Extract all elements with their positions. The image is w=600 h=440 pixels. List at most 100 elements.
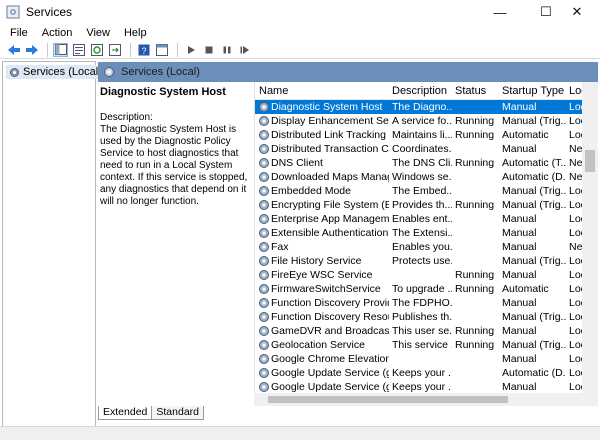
table-row[interactable]: Google Chrome Elevation S...ManualLoc: [255, 352, 598, 366]
gear-icon: [259, 200, 269, 210]
table-header: Name ^ Description Status Startup Type L…: [255, 82, 598, 100]
cell-description: Protects use...: [392, 255, 452, 267]
restart-icon[interactable]: [237, 43, 252, 57]
gear-icon: [259, 284, 269, 294]
table-row[interactable]: Function Discovery Resourc...Publishes t…: [255, 310, 598, 324]
menu-action[interactable]: Action: [42, 27, 73, 39]
table-row[interactable]: FireEye WSC Service Running Manual Loc: [255, 268, 598, 282]
column-header-startup-type[interactable]: Startup Type: [502, 85, 564, 97]
cell-startup-type: Manual (Trig...: [502, 199, 566, 211]
table-row[interactable]: Function Discovery Provide...The FDPHO..…: [255, 296, 598, 310]
cell-name: Function Discovery Resourc...: [271, 311, 389, 323]
start-icon[interactable]: [183, 43, 198, 57]
vertical-scrollbar[interactable]: [582, 82, 598, 393]
cell-description: To upgrade ...: [392, 283, 452, 295]
cell-startup-type: Manual: [502, 381, 537, 393]
cell-startup-type: Automatic: [502, 129, 549, 141]
horizontal-scrollbar[interactable]: [254, 393, 582, 406]
table-row[interactable]: Geolocation Service This service ...Runni…: [255, 338, 598, 352]
gear-icon: [259, 326, 269, 336]
cell-description: The Extensi...: [392, 227, 452, 239]
tab-extended[interactable]: Extended: [98, 406, 153, 420]
pause-icon[interactable]: [219, 43, 234, 57]
column-header-name[interactable]: Name: [259, 85, 288, 97]
table-row[interactable]: Google Update Service (gup...Keeps your …: [255, 366, 598, 380]
cell-startup-type: Manual (Trig...: [502, 185, 566, 197]
table-row[interactable]: FirmwareSwitchService To upgrade ... Runni…: [255, 282, 598, 296]
horizontal-scroll-thumb[interactable]: [268, 396, 508, 403]
scrollbar-corner: [582, 393, 598, 406]
menu-file[interactable]: File: [10, 27, 28, 39]
gear-icon: [259, 256, 269, 266]
cell-startup-type: Manual: [502, 101, 537, 113]
refresh-icon[interactable]: [89, 43, 104, 57]
table-row[interactable]: Google Update Service (gup...Keeps your …: [255, 380, 598, 393]
cell-name: Encrypting File System (EFS): [271, 199, 389, 211]
cell-status: Running: [455, 199, 495, 211]
table-row[interactable]: Encrypting File System (EFS)Provides th.…: [255, 198, 598, 212]
gear-icon: [259, 116, 269, 126]
export-list-icon[interactable]: [107, 43, 122, 57]
table-row[interactable]: File History Service Protects use... Manua…: [255, 254, 598, 268]
table-row[interactable]: Display Enhancement ServiceA service fo.…: [255, 114, 598, 128]
console-icon[interactable]: [154, 43, 169, 57]
cell-description: The Embed...: [392, 185, 452, 197]
description-label: Description:: [100, 112, 153, 123]
window-title: Services: [26, 5, 73, 19]
table-row[interactable]: Extensible Authentication P...The Extens…: [255, 226, 598, 240]
cell-name: FirmwareSwitchService: [271, 283, 381, 295]
cell-description: Publishes th...: [392, 311, 452, 323]
gear-icon: [259, 214, 269, 224]
cell-startup-type: Manual: [502, 269, 537, 281]
title-bar: Services — ☐ ✕: [0, 0, 600, 24]
status-bar: [0, 426, 600, 440]
gear-icon: [259, 158, 269, 168]
properties-icon[interactable]: [71, 43, 86, 57]
tab-standard[interactable]: Standard: [151, 406, 204, 420]
gear-icon: [259, 228, 269, 238]
table-row[interactable]: Downloaded Maps ManagerWindows se... Auto…: [255, 170, 598, 184]
cell-description: Enables ent...: [392, 213, 452, 225]
cell-startup-type: Manual: [502, 353, 537, 365]
cell-description: Coordinates...: [392, 143, 452, 155]
table-row[interactable]: GameDVR and Broadcast Us...This user se.…: [255, 324, 598, 338]
cell-status: Running: [455, 157, 495, 169]
menu-help[interactable]: Help: [124, 27, 147, 39]
gear-icon: [259, 382, 269, 392]
forward-arrow-icon[interactable]: [24, 43, 39, 57]
cell-name: Enterprise App Managemen...: [271, 213, 389, 225]
cell-description: Provides th...: [392, 199, 452, 211]
column-header-description[interactable]: Description: [392, 85, 447, 97]
table-row[interactable]: DNS Client The DNS Cli...Running Automatic…: [255, 156, 598, 170]
cell-startup-type: Manual: [502, 325, 537, 337]
table-row[interactable]: Enterprise App Managemen...Enables ent..…: [255, 212, 598, 226]
tree-item-services-local[interactable]: Services (Local): [6, 65, 105, 79]
table-row[interactable]: Diagnostic System Host The Diagno... Manua…: [255, 100, 598, 114]
sort-ascending-icon: ^: [319, 82, 323, 86]
cell-name: Google Update Service (gup...: [271, 367, 389, 379]
cell-startup-type: Manual (Trig...: [502, 339, 566, 351]
cell-description: Keeps your ...: [392, 381, 452, 393]
table-row[interactable]: Fax Enables you... Manual Net: [255, 240, 598, 254]
back-arrow-icon[interactable]: [6, 43, 21, 57]
cell-startup-type: Automatic (D...: [502, 171, 566, 183]
cell-description: Keeps your ...: [392, 367, 452, 379]
cell-startup-type: Manual: [502, 297, 537, 309]
table-row[interactable]: Distributed Link Tracking Cl...Maintains…: [255, 128, 598, 142]
close-button[interactable]: ✕: [554, 0, 600, 24]
vertical-scroll-thumb[interactable]: [585, 150, 595, 172]
stop-icon[interactable]: [201, 43, 216, 57]
show-hide-tree-icon[interactable]: [53, 42, 68, 57]
minimize-button[interactable]: —: [477, 0, 523, 24]
cell-startup-type: Manual (Trig...: [502, 115, 566, 127]
column-header-status[interactable]: Status: [455, 85, 486, 97]
table-row[interactable]: Embedded Mode The Embed... Manual (Trig...…: [255, 184, 598, 198]
menu-view[interactable]: View: [86, 27, 110, 39]
gear-icon: [259, 186, 269, 196]
cell-name: Diagnostic System Host: [271, 101, 383, 113]
service-title: Diagnostic System Host: [100, 86, 226, 98]
services-header-bar: Services (Local): [98, 62, 598, 82]
help-icon[interactable]: ?: [136, 43, 151, 57]
gear-icon: [259, 298, 269, 308]
table-row[interactable]: Distributed Transaction Coo...Coordinate…: [255, 142, 598, 156]
